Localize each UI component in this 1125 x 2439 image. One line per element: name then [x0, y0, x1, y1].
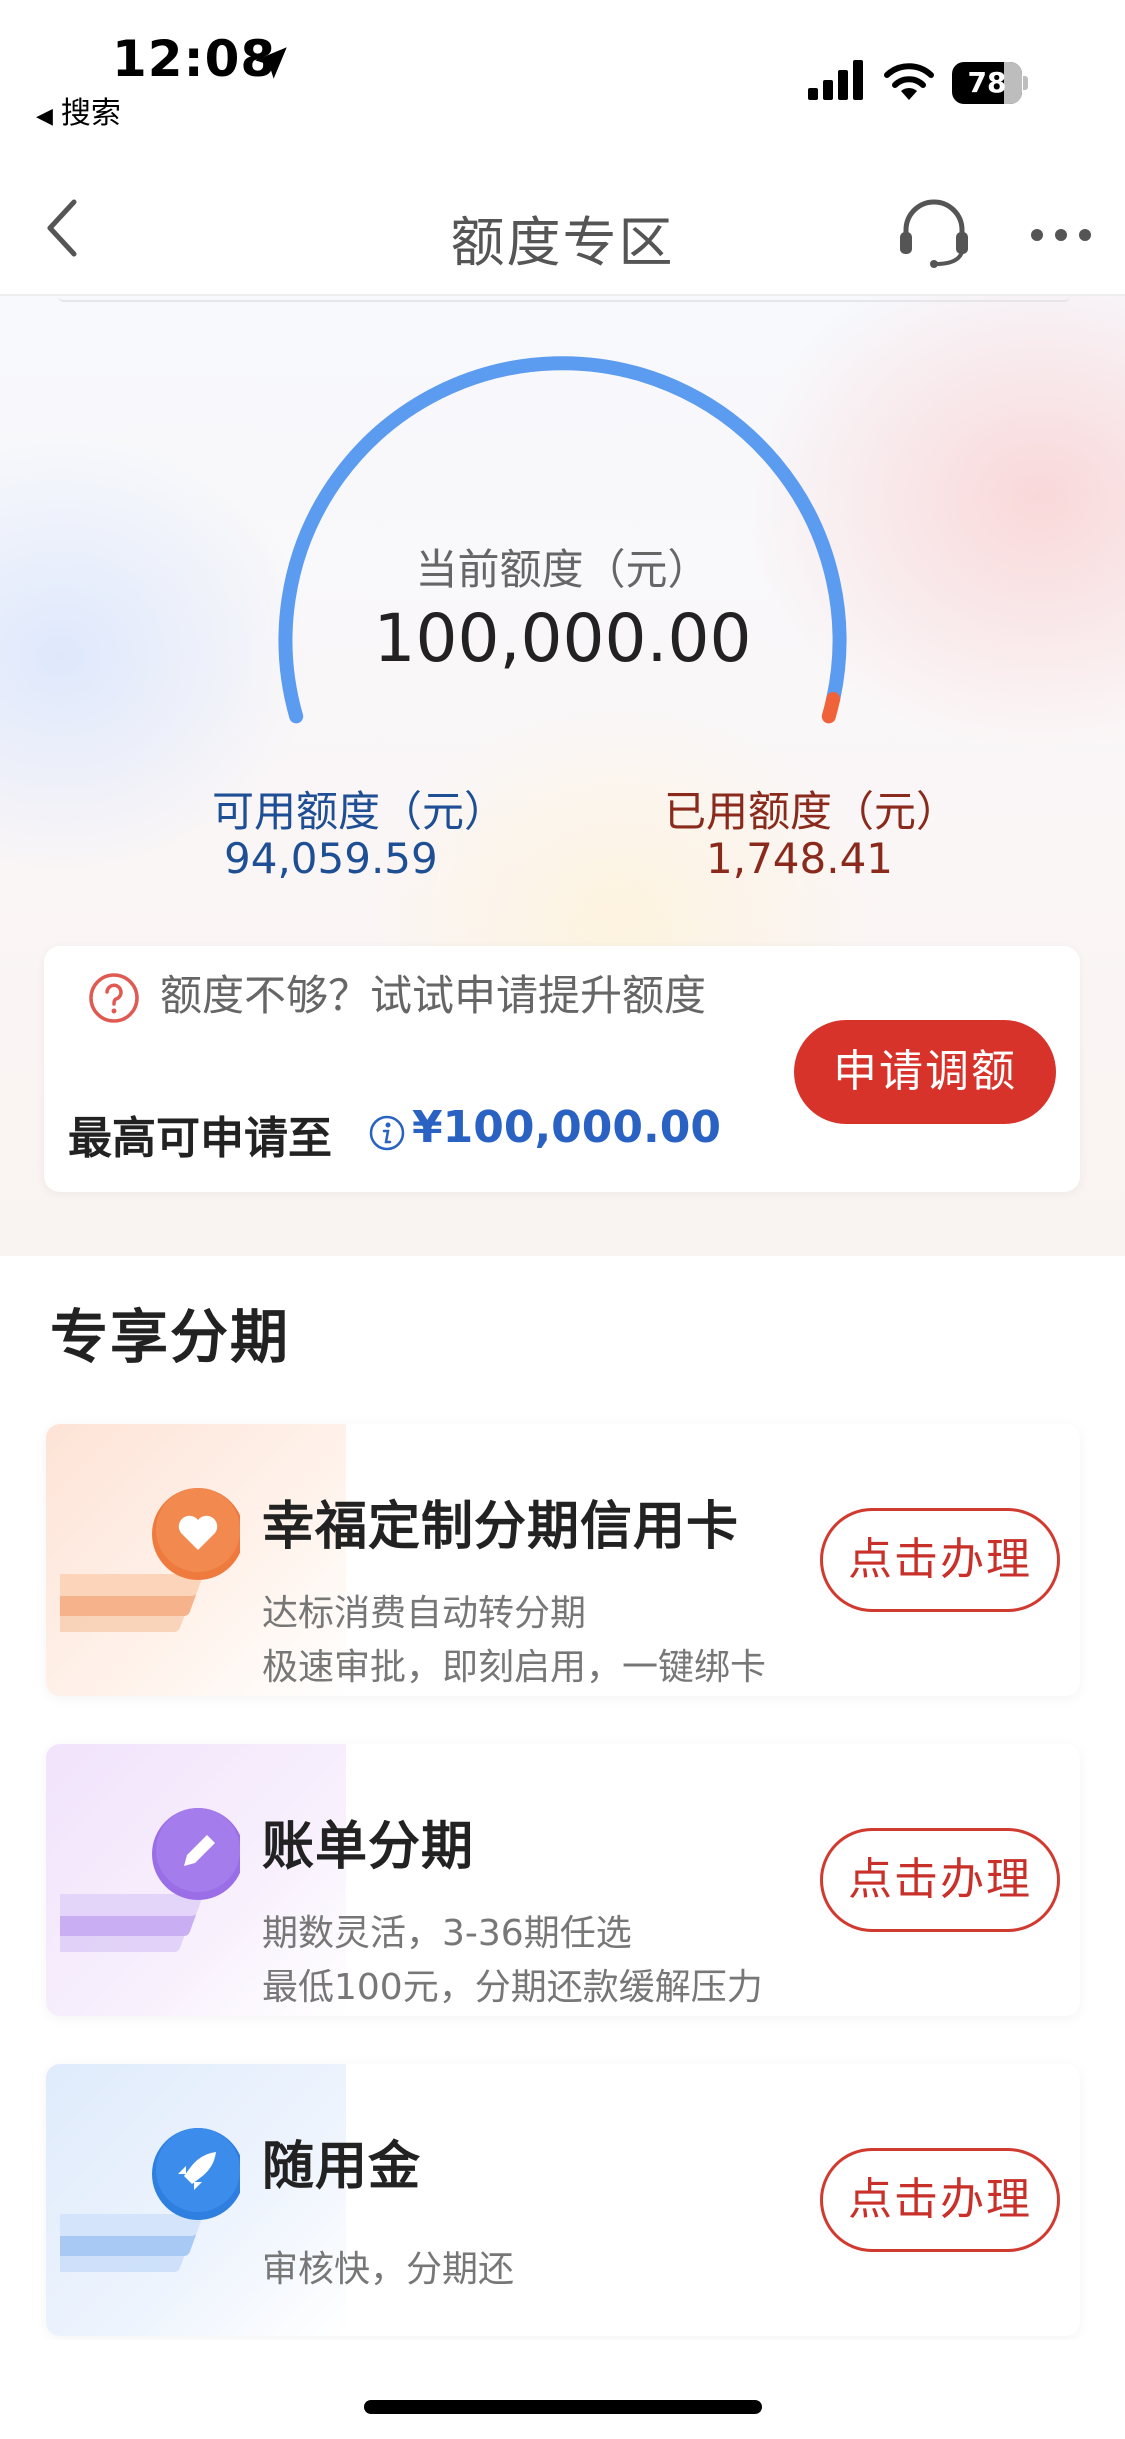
apply-now-button[interactable]: 点击办理	[820, 1508, 1060, 1612]
status-bar: 12:08 ◀ 搜索 78	[0, 0, 1125, 160]
heart-icon	[60, 1488, 240, 1632]
rocket-icon	[60, 2128, 240, 2272]
available-credit-label: 可用额度（元）	[212, 787, 507, 836]
credit-overview: 当前额度（元） 100,000.00 可用额度（元） 94,059.59 已用额…	[0, 296, 1125, 1256]
max-apply-label: 最高可申请至	[68, 1113, 332, 1164]
battery-indicator: 78	[952, 62, 1028, 104]
bottom-area	[0, 2340, 1125, 2439]
info-icon[interactable]	[368, 1114, 406, 1152]
battery-level: 78	[967, 66, 1007, 99]
pencil-icon	[60, 1808, 240, 1952]
card-description: 极速审批，即刻启用，一键绑卡	[262, 1647, 767, 1688]
back-to-search-link[interactable]: ◀ 搜索	[36, 88, 121, 132]
card-description: 最低100元，分期还款缓解压力	[262, 1967, 763, 2008]
credit-increase-card: 额度不够？试试申请提升额度 最高可申请至 ¥100,000.00 申请调额	[44, 946, 1080, 1192]
nav-bar: 额度专区	[0, 160, 1125, 296]
home-indicator[interactable]	[364, 2400, 762, 2414]
cellular-signal-icon	[808, 60, 863, 100]
card-description: 审核快，分期还	[262, 2249, 515, 2290]
card-title: 账单分期	[262, 1817, 475, 1877]
apply-now-button[interactable]: 点击办理	[820, 1828, 1060, 1932]
wifi-icon	[884, 63, 934, 100]
used-credit-value: 1,748.41	[706, 834, 894, 883]
current-credit-label: 当前额度（元）	[415, 545, 710, 594]
credit-increase-hint: 额度不够？试试申请提升额度	[160, 971, 707, 1020]
customer-service-icon[interactable]	[896, 196, 972, 270]
section-title: 专享分期	[50, 1303, 291, 1371]
card-title: 随用金	[262, 2137, 422, 2197]
current-credit-value: 100,000.00	[373, 600, 752, 677]
divider	[58, 296, 1070, 302]
installment-card-cash[interactable]: 随用金 审核快，分期还 点击办理	[46, 2064, 1080, 2336]
location-arrow-icon	[255, 47, 287, 79]
apply-now-button[interactable]: 点击办理	[820, 2148, 1060, 2252]
gauge-used-arc	[821, 692, 841, 724]
card-description: 达标消费自动转分期	[262, 1593, 587, 1634]
back-to-search-label: 搜索	[60, 96, 121, 131]
more-icon[interactable]	[1028, 220, 1094, 250]
apply-adjust-button[interactable]: 申请调额	[794, 1020, 1056, 1124]
installment-card-happiness[interactable]: 幸福定制分期信用卡 达标消费自动转分期 极速审批，即刻启用，一键绑卡 点击办理	[46, 1424, 1080, 1696]
question-icon[interactable]	[88, 972, 140, 1024]
card-description: 期数灵活，3-36期任选	[262, 1913, 632, 1954]
installment-card-bill[interactable]: 账单分期 期数灵活，3-36期任选 最低100元，分期还款缓解压力 点击办理	[46, 1744, 1080, 2016]
max-apply-value: ¥100,000.00	[412, 1102, 721, 1153]
card-title: 幸福定制分期信用卡	[262, 1497, 740, 1557]
used-credit-label: 已用额度（元）	[664, 787, 959, 836]
available-credit-value: 94,059.59	[224, 834, 438, 883]
back-triangle-icon: ◀	[36, 104, 53, 129]
